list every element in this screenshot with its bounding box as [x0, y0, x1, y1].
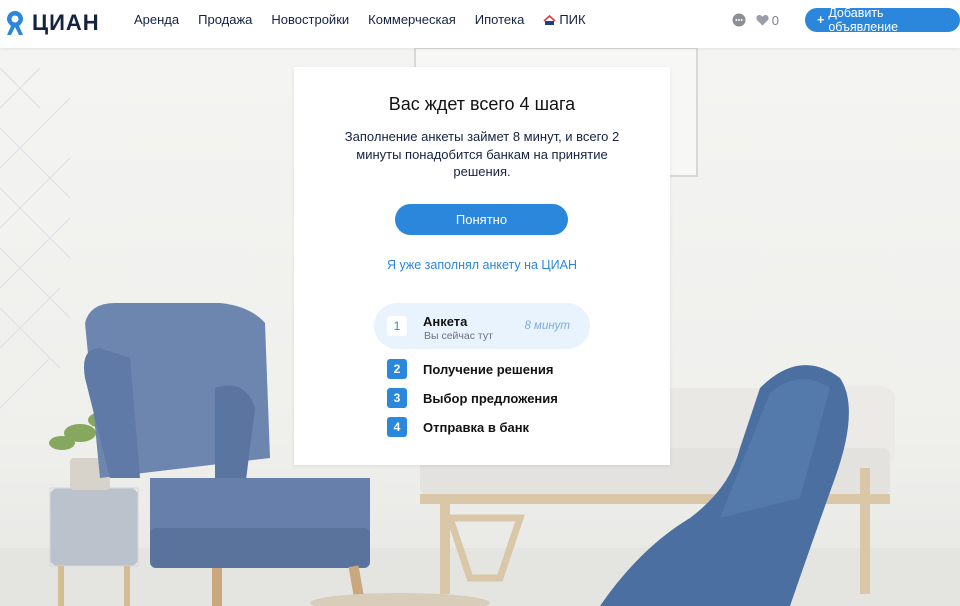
pik-label: ПИК [559, 12, 586, 27]
chat-icon[interactable] [732, 13, 746, 27]
mortgage-steps-modal: Вас ждет всего 4 шага Заполнение анкеты … [294, 67, 670, 465]
step-duration: 8 минут [524, 320, 570, 332]
step-number: 1 [387, 316, 407, 336]
nav-item-pik[interactable]: ПИК [543, 12, 586, 28]
favorites-button[interactable]: 0 [756, 13, 779, 28]
step-number: 4 [387, 417, 407, 437]
cian-logo[interactable]: ЦИАН [4, 8, 100, 38]
add-listing-button[interactable]: + Добавить объявление [805, 6, 960, 34]
step-item-offer-choice: 3 Выбор предложения [387, 388, 558, 408]
main-nav: Аренда Продажа Новостройки Коммерческая … [134, 12, 605, 28]
cian-pin-icon [7, 11, 23, 35]
step-item-send-to-bank: 4 Отправка в банк [387, 417, 529, 437]
step-label: Отправка в банк [423, 419, 530, 435]
step-label: Анкета [423, 313, 468, 329]
header-actions: 0 + Добавить объявление [732, 6, 960, 34]
modal-description: Заполнение анкеты займет 8 минут, и всег… [344, 129, 620, 179]
step-number: 2 [387, 359, 407, 379]
nav-item-sale[interactable]: Продажа [198, 12, 252, 28]
understood-button[interactable]: Понятно [395, 204, 568, 235]
logo-text: ЦИАН [32, 10, 100, 35]
add-listing-label: Добавить объявление [828, 6, 899, 34]
step-item-decision: 2 Получение решения [387, 359, 553, 379]
nav-item-new-buildings[interactable]: Новостройки [271, 12, 349, 28]
step-current-hint: Вы сейчас тут [424, 330, 493, 342]
step-label: Получение решения [423, 361, 554, 377]
nav-item-mortgage[interactable]: Ипотека [475, 12, 525, 28]
step-number: 3 [387, 388, 407, 408]
already-filled-link[interactable]: Я уже заполнял анкету на ЦИАН [294, 258, 670, 272]
nav-item-commercial[interactable]: Коммерческая [368, 12, 456, 28]
top-header: ЦИАН Аренда Продажа Новостройки Коммерче… [0, 0, 960, 48]
plus-icon: + [817, 13, 825, 27]
step-label: Выбор предложения [423, 390, 558, 406]
heart-icon [756, 14, 769, 26]
favorites-count: 0 [771, 12, 779, 28]
pik-logo-icon [543, 14, 557, 26]
modal-title: Вас ждет всего 4 шага [388, 94, 576, 114]
nav-item-rent[interactable]: Аренда [134, 12, 179, 28]
